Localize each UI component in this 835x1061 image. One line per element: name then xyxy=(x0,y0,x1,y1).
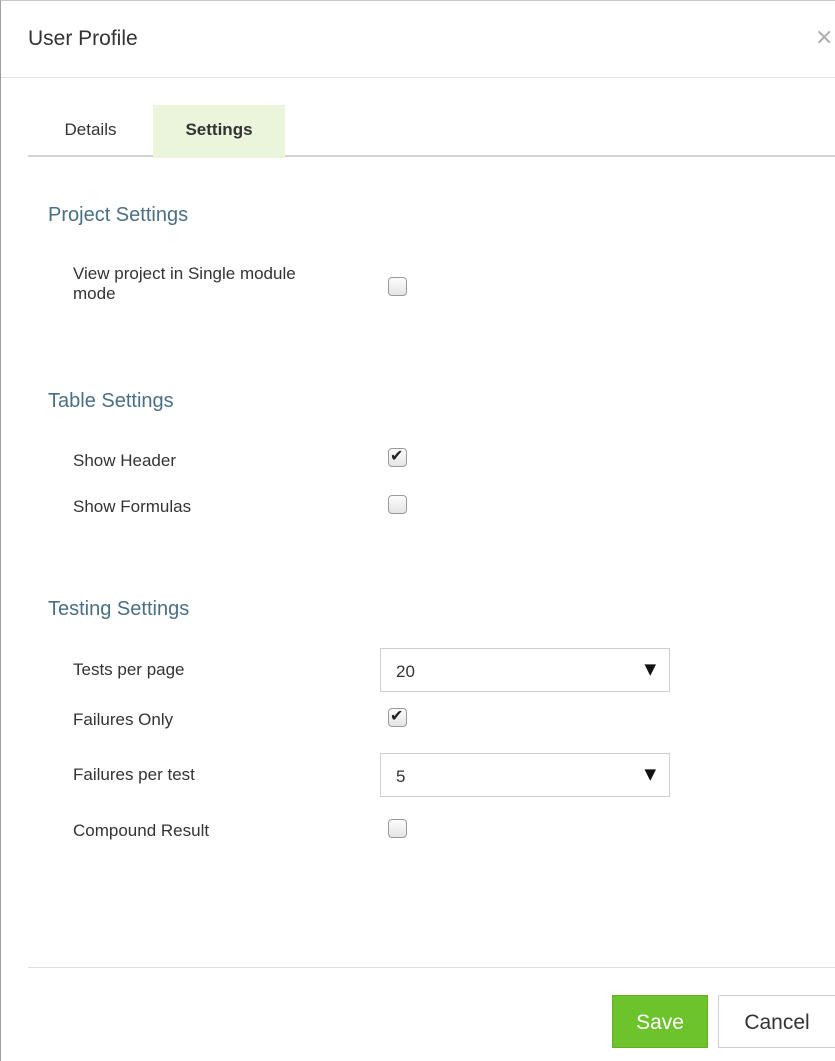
show-formulas-checkbox[interactable] xyxy=(388,495,407,514)
table-settings-heading: Table Settings xyxy=(48,390,174,412)
tab-settings[interactable]: Settings xyxy=(153,105,285,158)
failures-only-label: Failures Only xyxy=(73,710,174,729)
failures-only-checkbox[interactable]: ✔ xyxy=(388,706,407,727)
chevron-down-icon: ▼ xyxy=(644,765,656,783)
checkmark-icon: ✔ xyxy=(390,706,404,725)
chevron-down-icon: ▼ xyxy=(644,660,656,678)
failures-per-test-label: Failures per test xyxy=(73,765,195,784)
checkmark-icon: ✔ xyxy=(390,446,404,465)
close-icon[interactable]: × xyxy=(815,25,833,50)
single-module-label-line2: mode xyxy=(73,284,116,303)
show-formulas-label: Show Formulas xyxy=(73,497,192,516)
cancel-button[interactable]: Cancel xyxy=(718,995,835,1048)
footer-divider xyxy=(28,967,835,968)
dialog-header: User Profile × xyxy=(1,1,835,78)
tests-per-page-label: Tests per page xyxy=(73,660,185,679)
tests-per-page-select[interactable]: 20 ▼ xyxy=(380,648,670,692)
tests-per-page-value: 20 xyxy=(396,662,415,681)
show-header-checkbox[interactable]: ✔ xyxy=(388,446,407,467)
user-profile-dialog: User Profile × Details Settings Project … xyxy=(0,0,835,1061)
single-module-label: View project in Single module mode xyxy=(73,264,296,304)
compound-result-label: Compound Result xyxy=(73,821,210,840)
project-settings-heading: Project Settings xyxy=(48,204,189,226)
compound-result-checkbox[interactable] xyxy=(388,819,407,838)
single-module-checkbox[interactable] xyxy=(388,277,407,296)
failures-per-test-select[interactable]: 5 ▼ xyxy=(380,753,670,797)
show-header-label: Show Header xyxy=(73,451,177,470)
single-module-label-line1: View project in Single module xyxy=(73,264,296,283)
tab-bar: Details Settings xyxy=(28,105,835,158)
tab-details[interactable]: Details xyxy=(28,105,153,155)
dialog-title: User Profile xyxy=(28,27,138,50)
failures-per-test-value: 5 xyxy=(396,767,406,786)
save-button[interactable]: Save xyxy=(612,995,708,1048)
testing-settings-heading: Testing Settings xyxy=(48,598,190,620)
